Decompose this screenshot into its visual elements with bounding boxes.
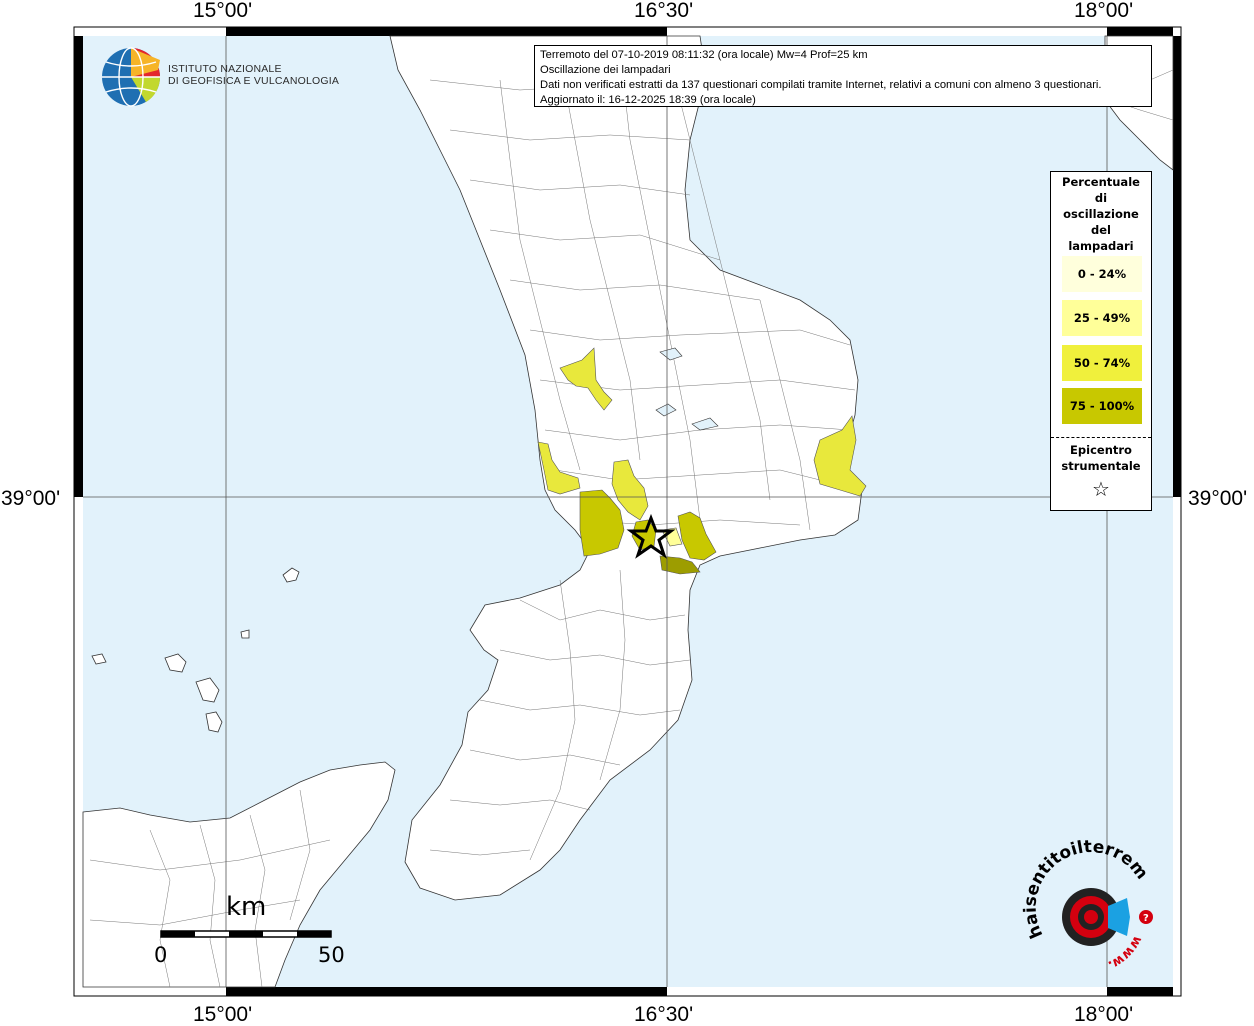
lon-label-top-1: 15°00' (193, 0, 253, 22)
event-info-line2: Oscillazione dei lampadari (540, 64, 671, 76)
event-info-line3: Dati non verificati estratti da 137 ques… (540, 79, 1102, 91)
ingv-name-line2: DI GEOFISICA E VULCANOLOGIA (168, 75, 340, 87)
lat-label-right: 39°00' (1188, 487, 1248, 510)
lon-label-top-2: 16°30' (634, 0, 694, 22)
ingv-name-line1: ISTITUTO NAZIONALE (168, 63, 282, 75)
scale-unit: km (226, 892, 267, 922)
event-info-line1: Terremoto del 07-10-2019 08:11:32 (ora l… (540, 49, 868, 61)
legend-title-line: Percentuale (1062, 175, 1140, 189)
event-info-box: Terremoto del 07-10-2019 08:11:32 (ora l… (534, 45, 1152, 107)
legend-epicenter-label: Epicentro strumentale (1051, 442, 1151, 474)
legend-class-0-24: 0 - 24% (1062, 256, 1142, 292)
scale-bar (160, 930, 332, 938)
legend-class-75-100: 75 - 100% (1062, 388, 1142, 424)
scale-start: 0 (154, 943, 168, 967)
event-info-line4: Aggiornato il: 16-12-2025 18:39 (ora loc… (540, 94, 756, 106)
lon-label-bottom-3: 18°00' (1074, 1003, 1134, 1026)
legend-class-50-74: 50 - 74% (1062, 345, 1142, 381)
ingv-logo-icon (102, 47, 161, 107)
legend-epicenter-line: Epicentro (1070, 443, 1132, 457)
legend-title-line: lampadari (1068, 239, 1134, 253)
lon-label-bottom-1: 15°00' (193, 1003, 253, 1026)
legend: Percentuale di oscillazione del lampadar… (1050, 171, 1152, 511)
lon-label-top-3: 18°00' (1074, 0, 1134, 22)
legend-class-25-49: 25 - 49% (1062, 300, 1142, 336)
legend-title-line: di (1094, 191, 1108, 205)
legend-title-line: oscillazione (1063, 207, 1139, 221)
legend-epicenter-star-icon: ☆ (1092, 477, 1110, 501)
lon-label-bottom-2: 16°30' (634, 1003, 694, 1026)
legend-epicenter-line: strumentale (1061, 459, 1141, 473)
map: ? (73, 26, 1182, 997)
legend-title-line: del (1091, 223, 1111, 237)
legend-title: Percentuale di oscillazione del lampadar… (1051, 174, 1151, 254)
svg-text:?: ? (1143, 913, 1149, 924)
lat-label-left: 39°00' (1, 487, 61, 510)
legend-separator (1051, 437, 1151, 438)
scale-end: 50 (318, 943, 345, 967)
ingv-name: ISTITUTO NAZIONALE DI GEOFISICA E VULCAN… (168, 63, 339, 87)
